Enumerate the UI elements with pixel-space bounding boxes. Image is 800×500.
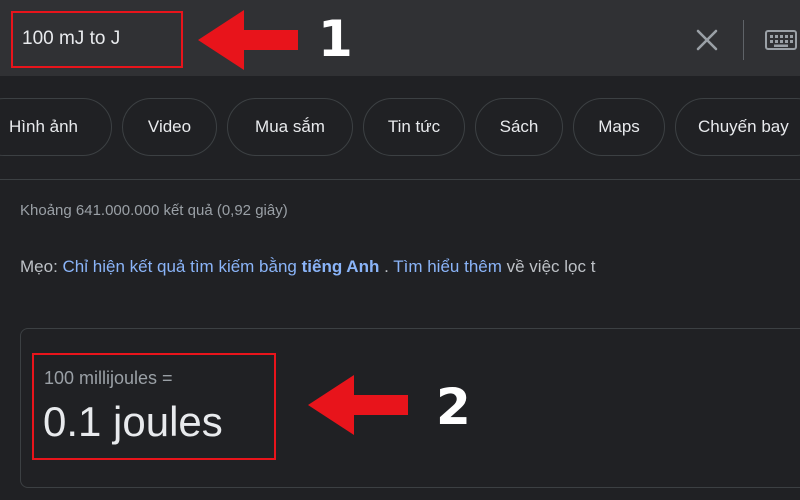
tip-suffix: về việc lọc t	[501, 257, 596, 276]
tip-separator: .	[379, 257, 394, 276]
close-icon[interactable]	[694, 27, 720, 53]
arrow-left-icon	[198, 10, 300, 70]
annotation-highlight-1	[11, 11, 183, 68]
keyboard-icon[interactable]	[765, 28, 797, 52]
tip-link-bold: tiếng Anh	[301, 257, 380, 276]
chip-shopping[interactable]: Mua sắm	[227, 98, 353, 156]
chips-divider	[0, 179, 800, 180]
chip-news[interactable]: Tin tức	[363, 98, 465, 156]
result-stats: Khoảng 641.000.000 kết quả (0,92 giây)	[20, 202, 288, 219]
language-tip: Mẹo: Chỉ hiện kết quả tìm kiếm bằng tiến…	[20, 257, 595, 277]
chip-flights[interactable]: Chuyến bay	[675, 98, 800, 156]
annotation-number-1: 1	[318, 10, 353, 68]
tip-prefix: Mẹo:	[20, 257, 63, 276]
chip-images[interactable]: Hình ảnh	[0, 98, 112, 156]
learn-more-link[interactable]: Tìm hiểu thêm	[393, 257, 502, 276]
arrow-left-icon	[308, 375, 410, 435]
chip-maps[interactable]: Maps	[573, 98, 665, 156]
english-only-link[interactable]: Chỉ hiện kết quả tìm kiếm bằng tiếng Anh	[63, 257, 380, 276]
annotation-number-2: 2	[436, 378, 471, 436]
filter-chips: Hình ảnh Video Mua sắm Tin tức Sách Maps…	[0, 98, 800, 156]
chip-video[interactable]: Video	[122, 98, 217, 156]
chip-books[interactable]: Sách	[475, 98, 563, 156]
tip-link-text: Chỉ hiện kết quả tìm kiếm bằng	[62, 257, 302, 276]
search-divider	[743, 20, 744, 60]
annotation-highlight-2	[32, 353, 276, 460]
